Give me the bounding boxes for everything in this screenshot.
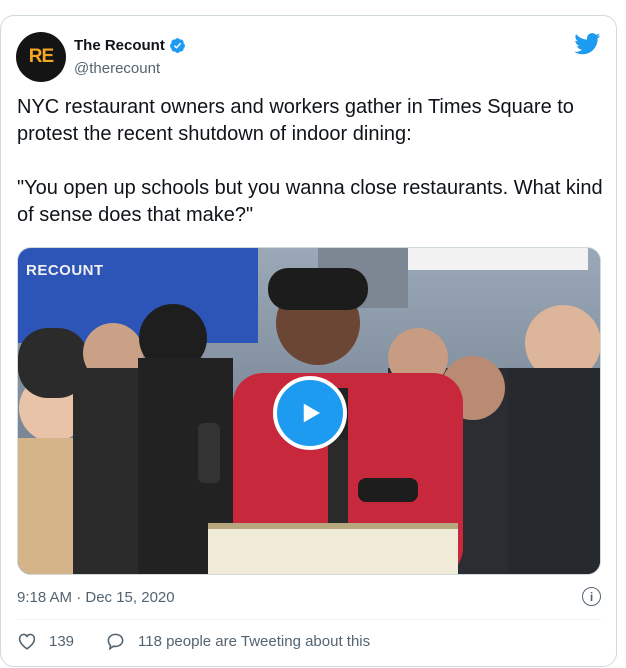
tweet-timestamp[interactable]: 9:18 AM · Dec 15, 2020: [17, 589, 175, 606]
verified-badge-icon: [169, 38, 185, 53]
like-button[interactable]: 139: [17, 632, 74, 650]
tweet-text: NYC restaurant owners and workers gather…: [17, 96, 603, 226]
twitter-bird-icon[interactable]: [574, 33, 601, 55]
play-button[interactable]: [273, 376, 347, 450]
author-name[interactable]: The Recount: [74, 37, 186, 54]
author-handle[interactable]: @therecount: [74, 60, 160, 77]
play-icon: [303, 403, 320, 423]
heart-icon: [18, 633, 36, 650]
avatar[interactable]: RE: [16, 32, 66, 82]
like-count: 139: [49, 632, 75, 650]
info-icon[interactable]: i: [582, 587, 601, 606]
conversation-link[interactable]: 118 people are Tweeting about this: [106, 632, 370, 651]
watermark: RECOUNT: [26, 262, 104, 279]
conversation-text: 118 people are Tweeting about this: [138, 633, 371, 650]
divider: [17, 619, 601, 620]
author-name-text[interactable]: The Recount: [74, 37, 165, 54]
video-thumbnail[interactable]: RECOUNT: [17, 247, 601, 575]
speech-bubble-icon: [107, 633, 124, 651]
